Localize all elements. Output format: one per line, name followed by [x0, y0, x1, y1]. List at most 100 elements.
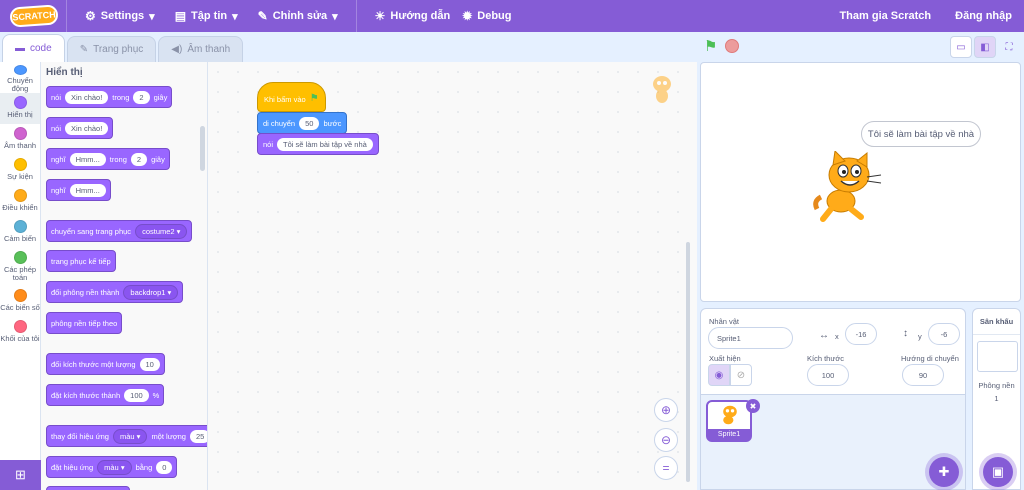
block-text: bằng: [135, 462, 153, 472]
block-input[interactable]: 50: [299, 116, 320, 130]
edit-menu[interactable]: ✎ Chỉnh sửa ▾: [248, 0, 348, 32]
block-text: phông nền tiếp theo: [51, 318, 118, 328]
block-next-backdrop[interactable]: phông nền tiếp theo: [46, 312, 123, 334]
block-dropdown[interactable]: màu ▾: [112, 428, 148, 444]
tutorials-label: Hướng dẫn: [390, 10, 451, 22]
stage-panel-title: Sân khấu: [973, 309, 1020, 335]
extension-icon: ⊞: [15, 467, 26, 482]
small-stage-button[interactable]: ▭: [950, 36, 972, 58]
tab-code[interactable]: ▬ code: [2, 34, 65, 62]
code-workspace[interactable]: Khi bấm vào ⚑ di chuyển 50 bước nói Tôi …: [208, 62, 697, 490]
block-input[interactable]: Xin chào!: [65, 90, 109, 104]
category-label: Âm thanh: [3, 141, 37, 150]
scratch-logo[interactable]: SCRATCH: [9, 4, 59, 28]
block-set-effect[interactable]: đặt hiệu ứng màu ▾ bằng 0: [46, 456, 178, 478]
block-switch-backdrop[interactable]: đổi phông nền thành backdrop1 ▾: [46, 281, 184, 303]
debug-button[interactable]: ✹ Debug: [460, 0, 521, 32]
block-input[interactable]: Xin chào!: [65, 121, 109, 135]
category-motion[interactable]: Chuyển động: [0, 62, 40, 93]
x-position-field[interactable]: -16: [845, 323, 877, 345]
sprite-name-label: Nhân vật: [709, 317, 740, 326]
when-flag-clicked-block[interactable]: Khi bấm vào ⚑: [257, 82, 326, 112]
speech-bubble: Tôi sẽ làm bài tập về nhà: [861, 121, 981, 147]
block-partial[interactable]: [46, 486, 130, 490]
large-stage-button[interactable]: ◧: [974, 36, 996, 58]
block-dropdown[interactable]: màu ▾: [97, 459, 132, 475]
menu-divider: [355, 0, 357, 32]
block-text: giây: [153, 92, 168, 102]
category-dot: [13, 251, 27, 264]
block-think-for-secs[interactable]: nghĩ Hmm... trong 2 giây: [46, 148, 170, 170]
edit-label: Chỉnh sửa: [272, 10, 328, 22]
tutorials-button[interactable]: ☀ Hướng dẫn: [365, 0, 461, 32]
brush-icon: ✎: [79, 44, 89, 55]
stop-icon[interactable]: [725, 39, 739, 53]
hide-sprite-button[interactable]: ⊘: [730, 364, 752, 386]
category-dot: [13, 289, 27, 302]
tab-code-label: code: [30, 43, 52, 54]
sprite-name-field[interactable]: Sprite1: [708, 327, 793, 349]
block-change-size[interactable]: đổi kích thước một lượng 10: [46, 353, 165, 375]
join-scratch-link[interactable]: Tham gia Scratch: [827, 0, 943, 32]
show-sprite-button[interactable]: ◉: [708, 364, 730, 386]
cat-sprite-icon[interactable]: [813, 151, 883, 223]
block-input[interactable]: 2: [130, 152, 148, 166]
block-dropdown[interactable]: costume2 ▾: [135, 223, 188, 239]
block-set-size[interactable]: đặt kích thước thành 100 %: [46, 384, 165, 406]
block-input[interactable]: Hmm...: [69, 183, 106, 197]
say-block[interactable]: nói Tôi sẽ làm bài tập về nhà: [257, 133, 379, 155]
block-input[interactable]: 0: [156, 460, 173, 474]
block-dropdown[interactable]: backdrop1 ▾: [123, 284, 179, 300]
move-steps-block[interactable]: di chuyển 50 bước: [257, 112, 348, 134]
choose-sprite-button[interactable]: ✚: [929, 457, 959, 487]
category-sensing[interactable]: Cảm biến: [0, 217, 40, 248]
category-operators[interactable]: Các phép toán: [0, 248, 40, 286]
block-think[interactable]: nghĩ Hmm...: [46, 179, 111, 201]
file-menu[interactable]: ▤ Tập tin ▾: [165, 0, 248, 32]
sprite-tile[interactable]: Sprite1 ✖: [706, 399, 760, 442]
category-my-blocks[interactable]: Khối của tôi: [0, 317, 40, 348]
settings-menu[interactable]: ⚙ Settings ▾: [75, 0, 165, 32]
block-switch-costume[interactable]: chuyển sang trang phục costume2 ▾: [46, 220, 193, 242]
block-input[interactable]: 100: [124, 388, 149, 402]
block-input[interactable]: Tôi sẽ làm bài tập về nhà: [277, 137, 373, 151]
eye-icon: ◉: [714, 369, 724, 381]
y-position-field[interactable]: -6: [928, 323, 960, 345]
zoom-reset-button[interactable]: =: [654, 456, 678, 480]
fullscreen-button[interactable]: ⛶: [998, 36, 1020, 58]
block-text: Khi bấm vào: [264, 95, 306, 104]
choose-backdrop-button[interactable]: ▣: [983, 457, 1013, 487]
block-next-costume[interactable]: trang phục kế tiếp: [46, 250, 116, 272]
category-looks[interactable]: Hiển thị: [0, 93, 40, 124]
block-text: nói: [51, 123, 62, 133]
tab-costumes[interactable]: ✎ Trang phục: [66, 36, 157, 62]
block-say[interactable]: nói Xin chào!: [46, 117, 114, 139]
sign-in-link[interactable]: Đăng nhập: [943, 0, 1024, 32]
green-flag-icon[interactable]: ⚑: [704, 39, 720, 55]
stage-thumbnail[interactable]: [977, 341, 1018, 372]
category-control[interactable]: Điều khiển: [0, 186, 40, 217]
stage-panel[interactable]: Sân khấu Phông nền 1 ▣: [972, 308, 1021, 490]
workspace-scrollbar[interactable]: [686, 242, 690, 482]
direction-field[interactable]: 90: [902, 364, 944, 386]
zoom-in-button[interactable]: ⊕: [654, 398, 678, 422]
block-change-effect[interactable]: thay đổi hiệu ứng màu ▾ một lượng 25: [46, 425, 207, 447]
block-say-for-secs[interactable]: nói Xin chào! trong 2 giây: [46, 86, 173, 108]
block-input[interactable]: 25: [189, 429, 207, 443]
block-input[interactable]: 2: [133, 90, 150, 104]
category-dot: [13, 320, 27, 333]
delete-sprite-button[interactable]: ✖: [746, 399, 760, 413]
block-input[interactable]: Hmm...: [69, 152, 106, 166]
block-text: nói: [263, 139, 274, 149]
size-field[interactable]: 100: [807, 364, 849, 386]
category-variables[interactable]: Các biến số: [0, 286, 40, 317]
zoom-out-button[interactable]: ⊖: [654, 428, 678, 452]
stage[interactable]: Tôi sẽ làm bài tập về nhà: [700, 62, 1021, 302]
add-extension-button[interactable]: ⊞: [0, 460, 41, 490]
block-input[interactable]: 10: [139, 357, 160, 371]
category-sound[interactable]: Âm thanh: [0, 124, 40, 155]
category-events[interactable]: Sự kiện: [0, 155, 40, 186]
image-add-icon: ▣: [991, 464, 1005, 479]
palette-scrollbar[interactable]: [200, 126, 205, 171]
tab-sounds[interactable]: ◀) Âm thanh: [158, 36, 244, 62]
